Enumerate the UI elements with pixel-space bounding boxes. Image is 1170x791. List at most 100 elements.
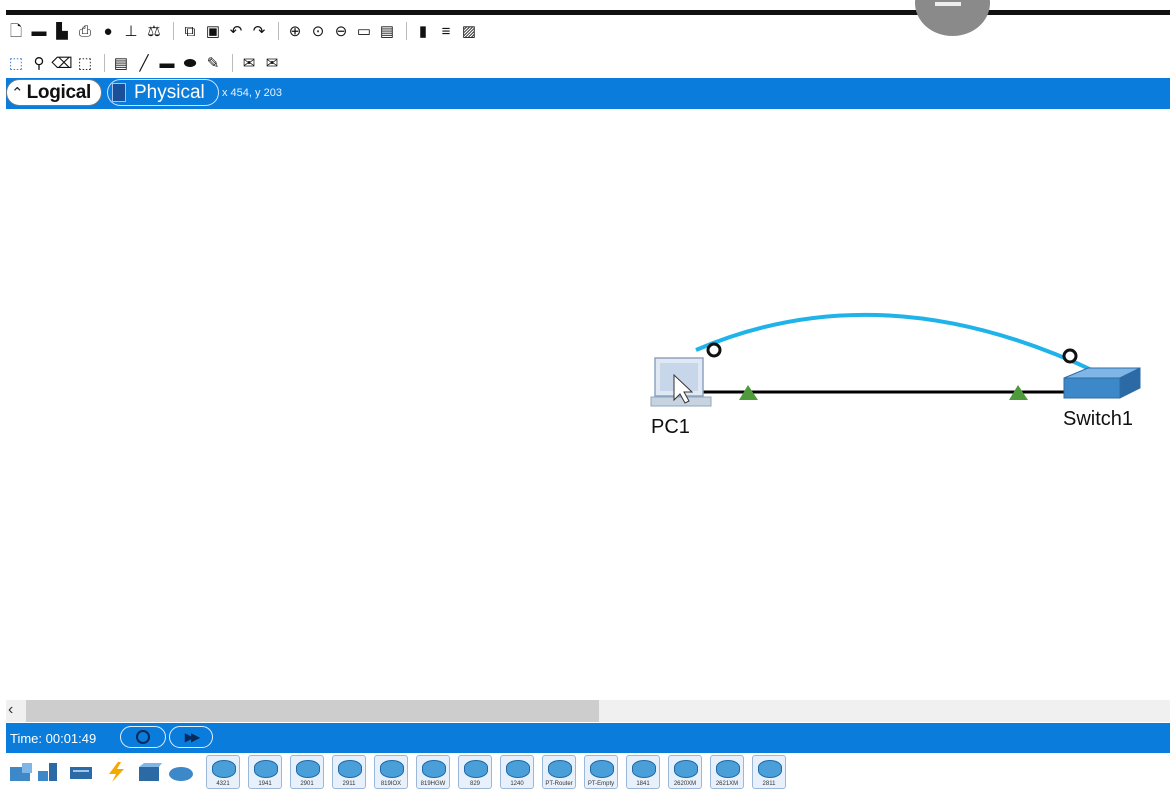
toolbar-separator (278, 22, 279, 40)
freeform-icon[interactable]: ✎ (203, 53, 223, 73)
tab-logical[interactable]: ⌃ Logical (6, 79, 102, 106)
open-folder-icon[interactable]: ▬ (29, 21, 49, 41)
power-cycle-button[interactable] (120, 726, 166, 748)
network-devices-icon[interactable] (8, 761, 34, 783)
sim-time: Time: 00:01:49 (10, 731, 97, 746)
console-cable-endpoint-pc (706, 342, 722, 358)
viewport-icon[interactable]: ▮ (413, 21, 433, 41)
tab-physical-label: Physical (134, 81, 205, 103)
router-model-label: 4321 (216, 781, 230, 787)
copy-icon[interactable]: ⧉ (180, 21, 200, 41)
router-model-label: 1841 (636, 781, 650, 787)
drawing-palette-icon[interactable]: ▭ (354, 21, 374, 41)
save-icon[interactable]: ▙ (52, 21, 72, 41)
router-icon (422, 760, 446, 778)
line-icon[interactable]: ╱ (134, 53, 154, 73)
custom-devices-dialog-icon[interactable]: ▤ (377, 21, 397, 41)
router-model-label: 1941 (258, 781, 272, 787)
router-1941[interactable]: 1941 (248, 755, 282, 789)
switch-icon[interactable] (1063, 367, 1141, 399)
logical-icon: ⌃ (11, 84, 24, 102)
console-cable[interactable] (695, 312, 1097, 374)
toolbar-separator (232, 54, 233, 72)
router-icon (758, 760, 782, 778)
router-icon (464, 760, 488, 778)
router-1841[interactable]: 1841 (626, 755, 660, 789)
floating-button[interactable] (915, 0, 990, 36)
miscellaneous-icon[interactable] (136, 761, 162, 783)
router-icon (590, 760, 614, 778)
tab-physical[interactable]: Physical (107, 79, 219, 106)
zoom-reset-icon[interactable]: ⊙ (308, 21, 328, 41)
select-icon[interactable]: ⬚ (6, 53, 26, 73)
zoom-in-icon[interactable]: ⊕ (285, 21, 305, 41)
complex-pdu-icon[interactable]: ✉ (262, 53, 282, 73)
router-4321[interactable]: 4321 (206, 755, 240, 789)
router-pt-empty[interactable]: PT-Empty (584, 755, 618, 789)
delete-icon[interactable]: ⌫ (51, 53, 72, 73)
router-pt-router[interactable]: PT-Router (542, 755, 576, 789)
router-2811[interactable]: 2811 (752, 755, 786, 789)
info-icon[interactable]: ● (98, 21, 118, 41)
router-model-label: 2911 (342, 781, 356, 787)
router-2911[interactable]: 2911 (332, 755, 366, 789)
toolbar-separator (406, 22, 407, 40)
horizontal-scrollbar[interactable]: ‹ (6, 700, 1170, 722)
router-icon (254, 760, 278, 778)
console-cable-endpoint-switch (1062, 348, 1078, 364)
floating-button-glyph (935, 2, 961, 6)
device-label-pc: PC1 (651, 416, 690, 438)
components-icon[interactable] (68, 761, 94, 783)
undo-icon[interactable]: ↶ (226, 21, 246, 41)
connections-icon[interactable] (104, 761, 130, 783)
cursor-coordinates: x 454, y 203 (222, 87, 282, 99)
fast-forward-button[interactable]: ▶▶ (169, 726, 213, 748)
activity-wizard-icon[interactable]: ⊥ (121, 21, 141, 41)
physical-icon (112, 83, 126, 102)
redo-icon[interactable]: ↷ (249, 21, 269, 41)
router-icon (506, 760, 530, 778)
router-model-label: 2811 (762, 781, 776, 787)
list-icon[interactable]: ≡ (436, 21, 456, 41)
logical-workspace[interactable]: PC1 Switch1 (6, 110, 1170, 700)
end-devices-icon[interactable] (36, 761, 62, 783)
zoom-out-icon[interactable]: ⊖ (331, 21, 351, 41)
router-model-label: 2901 (300, 781, 314, 787)
router-model-label: 1240 (510, 781, 524, 787)
scroll-left-icon[interactable]: ‹ (8, 701, 13, 719)
multiuser-icon[interactable] (168, 761, 194, 783)
paste-icon[interactable]: ▣ (203, 21, 223, 41)
fast-forward-icon: ▶▶ (184, 730, 201, 744)
router-icon (338, 760, 362, 778)
inspect-icon[interactable]: ⚲ (29, 53, 49, 73)
router-2901[interactable]: 2901 (290, 755, 324, 789)
window-top-strip (0, 0, 1170, 15)
router-1240[interactable]: 1240 (500, 755, 534, 789)
topology-svg (650, 312, 1141, 407)
simple-pdu-icon[interactable]: ✉ (239, 53, 259, 73)
router-model-label: 2620XM (673, 781, 697, 787)
note-icon[interactable]: ▤ (111, 53, 131, 73)
new-file-icon[interactable]: 🗋 (6, 21, 26, 41)
router-829[interactable]: 829 (458, 755, 492, 789)
router-icon (212, 760, 236, 778)
workspace-tab-bar: ⌃ Logical Physical x 454, y 203 (6, 78, 1170, 109)
screenshot-icon[interactable]: ▨ (459, 21, 479, 41)
router-model-label: 829 (469, 781, 480, 787)
ellipse-icon[interactable]: ⬬ (180, 53, 200, 73)
print-icon[interactable]: ⎙ (75, 21, 95, 41)
clock-icon (136, 730, 150, 744)
router-icon (548, 760, 572, 778)
rectangle-icon[interactable]: ▬ (157, 53, 177, 73)
drawing-toolbar: ⬚ ⚲ ⌫ ⬚ ▤ ╱ ▬ ⬬ ✎ ✉ ✉ (6, 52, 285, 74)
custom-device-icon[interactable]: ⚖ (144, 21, 164, 41)
pc-icon[interactable] (650, 357, 712, 407)
scrollbar-thumb[interactable] (26, 700, 599, 722)
router-819hgw[interactable]: 819HGW (416, 755, 450, 789)
router-2621xm[interactable]: 2621XM (710, 755, 744, 789)
router-819iox[interactable]: 819IOX (374, 755, 408, 789)
title-strip (6, 10, 1170, 15)
resize-icon[interactable]: ⬚ (75, 53, 95, 73)
router-2620xm[interactable]: 2620XM (668, 755, 702, 789)
router-icon (674, 760, 698, 778)
